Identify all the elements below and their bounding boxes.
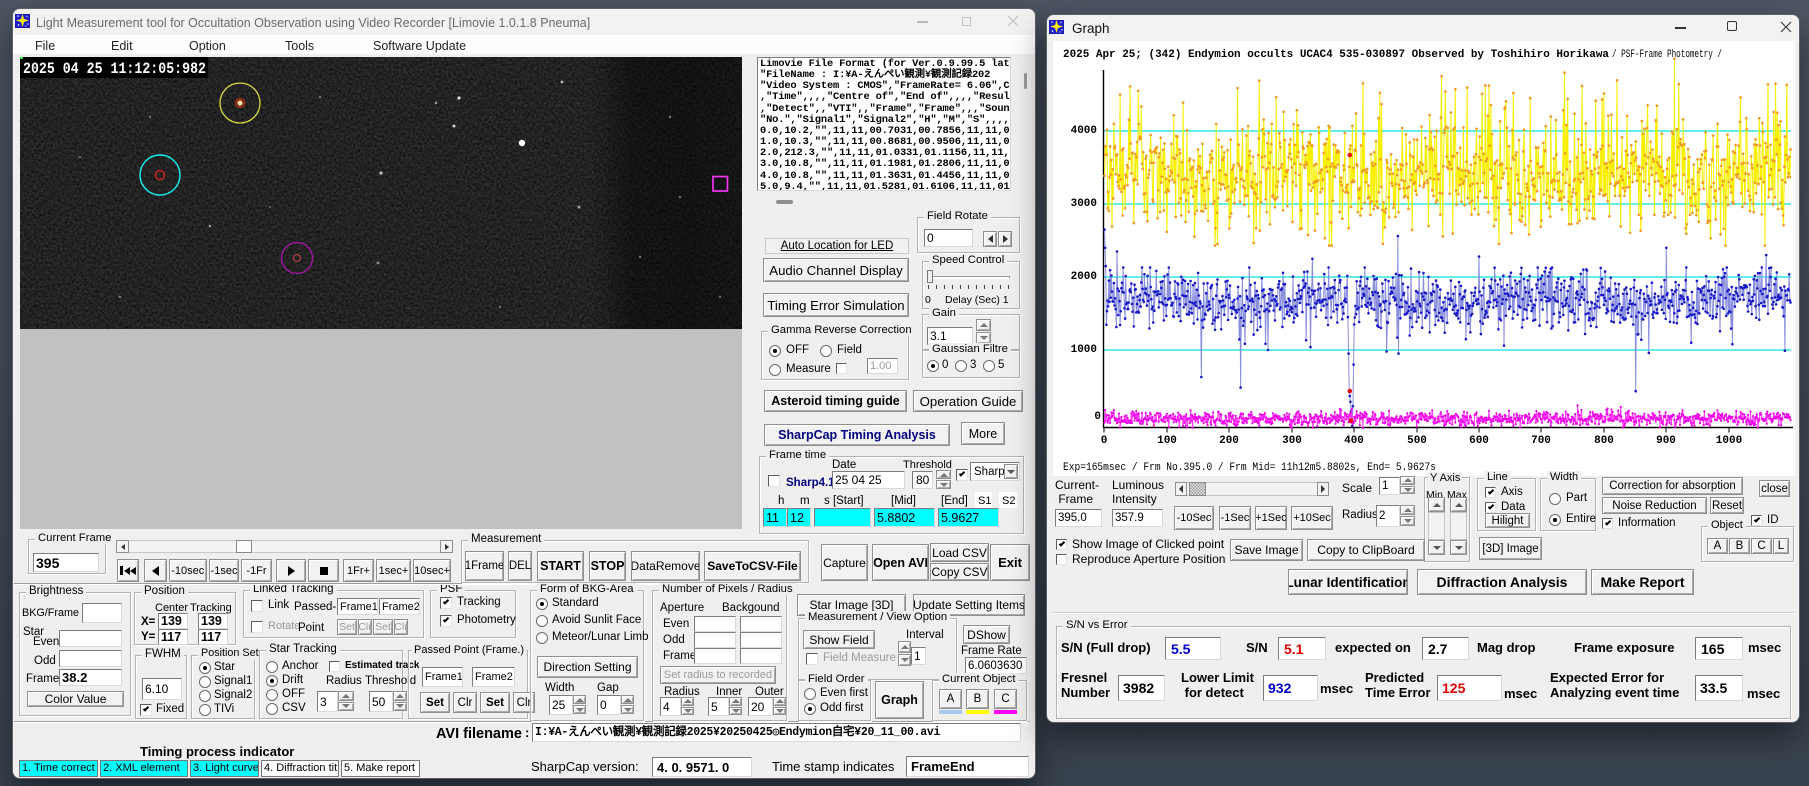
svg-text:200: 200 <box>1219 435 1239 447</box>
svg-text:2025 Apr 25; (342) Endymion oc: 2025 Apr 25; (342) Endymion occults UCAC… <box>1063 49 1609 61</box>
svg-text:100: 100 <box>1157 435 1177 447</box>
svg-text:2025 04 25 11:12:05:982: 2025 04 25 11:12:05:982 <box>23 60 206 78</box>
svg-text:1000: 1000 <box>1716 435 1742 447</box>
svg-text:Exp=165msec / Frm No.395.0 / F: Exp=165msec / Frm No.395.0 / Frm Mid= 11… <box>1063 462 1436 474</box>
svg-text:4000: 4000 <box>1071 125 1097 137</box>
svg-text:300: 300 <box>1282 435 1302 447</box>
svg-text:400: 400 <box>1344 435 1364 447</box>
svg-text:3000: 3000 <box>1071 198 1097 210</box>
svg-text:600: 600 <box>1469 435 1489 447</box>
svg-text:/ PSF-Frame Photometry /: / PSF-Frame Photometry / <box>1612 49 1722 61</box>
svg-text:1000: 1000 <box>1071 344 1097 356</box>
svg-text:800: 800 <box>1594 435 1614 447</box>
svg-text:700: 700 <box>1531 435 1551 447</box>
svg-text:0: 0 <box>1094 411 1101 423</box>
svg-text:0: 0 <box>1101 435 1108 447</box>
svg-text:2000: 2000 <box>1071 271 1097 283</box>
svg-text:900: 900 <box>1656 435 1676 447</box>
svg-text:500: 500 <box>1407 435 1427 447</box>
